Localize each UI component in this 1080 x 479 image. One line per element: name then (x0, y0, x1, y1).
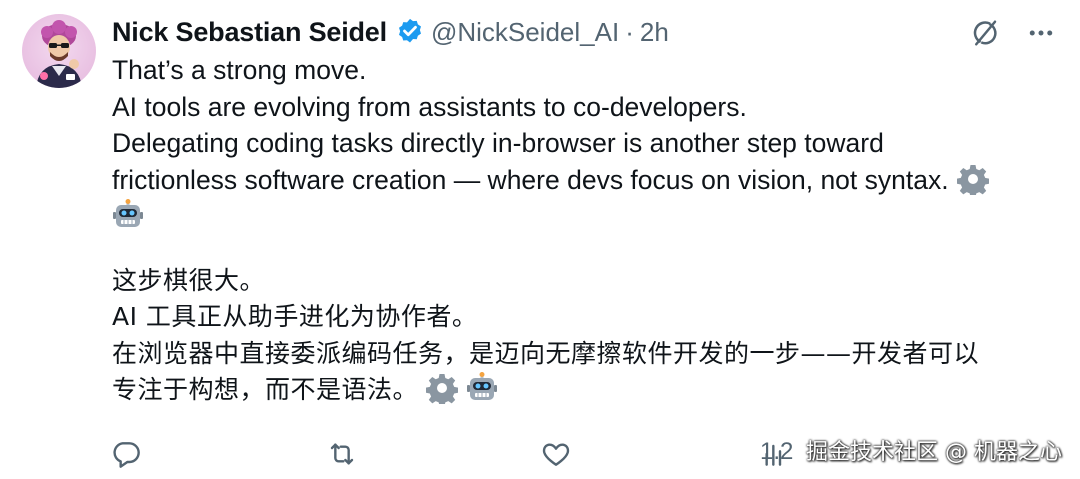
action-bar (108, 436, 808, 472)
tweet-line-with-emoji: frictionless software creation — where d… (112, 162, 1062, 199)
grok-icon[interactable] (968, 16, 1002, 50)
tweet-line: That’s a strong move. (112, 55, 367, 85)
tweet-line: AI tools are evolving from assistants to… (112, 91, 747, 122)
tweet-line-zh: AI 工具正从助手进化为协作者。 (112, 302, 478, 331)
display-name[interactable]: Nick Sebastian Seidel (112, 17, 387, 48)
like-icon[interactable] (538, 436, 574, 472)
tweet-card[interactable]: Nick Sebastian Seidel @NickSeidel_AI · 2… (0, 0, 1080, 479)
separator-dot: · (625, 16, 634, 47)
reply-icon[interactable] (108, 436, 144, 472)
avatar-image (22, 14, 96, 88)
watermark: 掘金技术社区 @ 机器之心 (806, 440, 1062, 465)
views-count: 1.2 (760, 438, 794, 465)
timestamp[interactable]: 2h (640, 17, 669, 48)
more-icon[interactable] (1024, 16, 1058, 50)
tweet-line-zh: 在浏览器中直接委派编码任务，是迈向无摩擦软件开发的一步——开发者可以 (112, 338, 980, 368)
tweet-text: That’s a strong move. AI tools are evolv… (112, 52, 1062, 409)
tweet-line-zh: 这步棋很大。 (112, 265, 266, 295)
tweet-line-zh: 专注于构想，而不是语法。 (112, 375, 419, 404)
robot-emoji-icon (466, 372, 498, 404)
handle[interactable]: @NickSeidel_AI (431, 17, 619, 48)
tweet-line: frictionless software creation — where d… (112, 164, 949, 195)
gear-emoji-icon (956, 163, 989, 197)
header-actions (968, 16, 1058, 50)
tweet-line: Delegating coding tasks directly in-brow… (112, 128, 884, 158)
tweet-line-zh-with-emoji: 专注于构想，而不是语法。 (112, 372, 1062, 409)
verified-badge-icon (395, 17, 425, 47)
tweet-header: Nick Sebastian Seidel @NickSeidel_AI · 2… (112, 12, 669, 52)
retweet-icon[interactable] (324, 436, 360, 472)
robot-emoji-icon (112, 199, 144, 231)
avatar[interactable] (22, 14, 96, 88)
tweet-line-emoji (112, 198, 1062, 235)
gear-emoji-icon (425, 372, 459, 407)
